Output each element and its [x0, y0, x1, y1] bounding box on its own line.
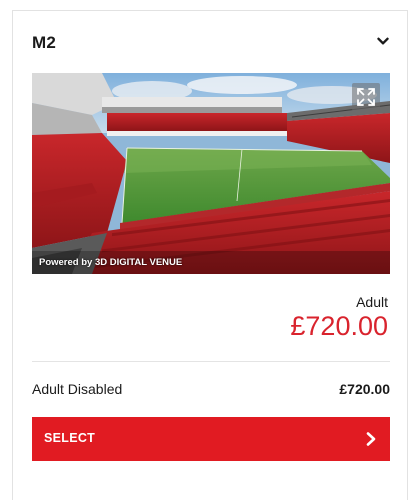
chevron-right-icon: [366, 432, 376, 446]
fullscreen-button[interactable]: [352, 83, 380, 111]
divider: [32, 361, 390, 362]
section-title: M2: [32, 33, 57, 52]
ticket-price: £720.00: [290, 311, 388, 341]
alt-ticket-price: £720.00: [339, 381, 390, 397]
alt-ticket-type: Adult Disabled: [32, 381, 123, 397]
chevron-down-icon: [377, 37, 389, 44]
ticket-type-label: Adult: [356, 294, 388, 310]
expand-icon: [357, 88, 375, 106]
main-price-block: Adult £720.00: [290, 294, 388, 342]
select-button-label: SELECT: [44, 431, 96, 445]
section-header[interactable]: M2: [13, 11, 407, 69]
powered-by-label: Powered by 3D DIGITAL VENUE: [39, 257, 183, 268]
stadium-3d-view[interactable]: Powered by 3D DIGITAL VENUE: [32, 73, 390, 274]
alt-ticket-row: Adult Disabled £720.00: [32, 381, 390, 401]
select-button[interactable]: SELECT: [32, 417, 390, 461]
stadium-image: [32, 73, 390, 274]
ticket-section-card: M2 Powered by 3D DIGITAL VENUE Adult £72…: [12, 10, 408, 500]
collapse-toggle-button[interactable]: [371, 29, 395, 53]
